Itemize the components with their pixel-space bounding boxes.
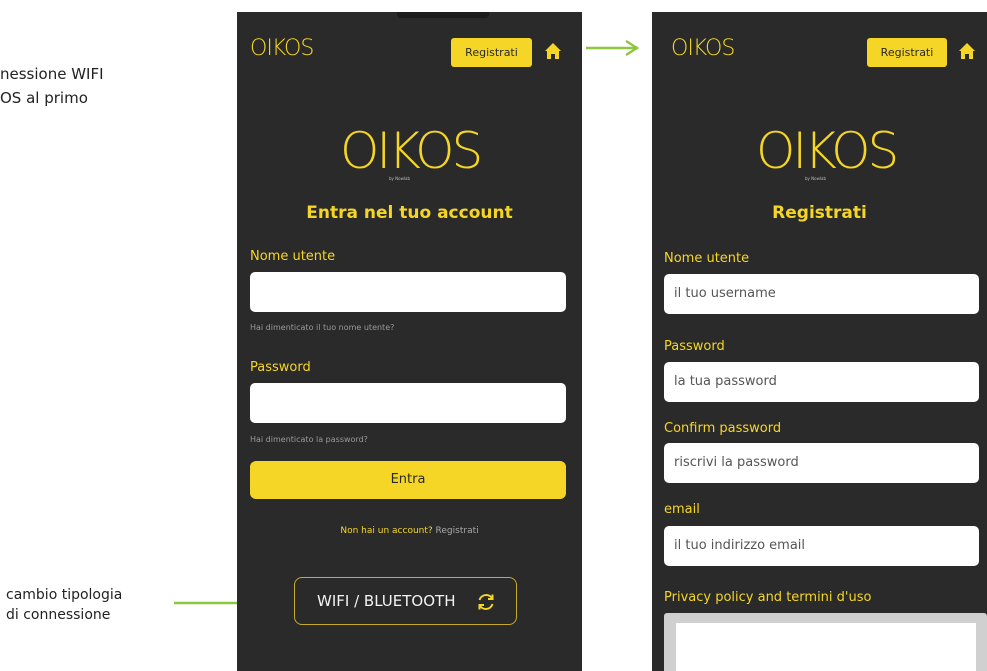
confirm-password-placeholder: riscrivi la password bbox=[674, 455, 799, 470]
login-screen: OIKOS Registrati OIKOS by Nowlab Entra n… bbox=[237, 12, 582, 671]
main-logo: OIKOS bbox=[340, 122, 483, 180]
privacy-policy-content[interactable] bbox=[676, 623, 976, 671]
header-logo: OIKOS bbox=[671, 36, 735, 61]
password-field[interactable] bbox=[250, 383, 566, 423]
logo-byline: by Nowlab bbox=[805, 176, 826, 181]
email-label: email bbox=[664, 502, 700, 517]
connection-type-button[interactable]: WIFI / BLUETOOTH bbox=[294, 577, 517, 625]
password-label: Password bbox=[250, 360, 311, 375]
signup-prompt: Non hai un account? Registrati bbox=[237, 526, 582, 536]
register-link[interactable]: Registrati bbox=[436, 526, 479, 536]
logo-byline: by Nowlab bbox=[389, 176, 410, 181]
connection-type-label: WIFI / BLUETOOTH bbox=[317, 592, 456, 610]
password-field[interactable]: la tua password bbox=[664, 362, 979, 402]
username-label: Nome utente bbox=[250, 249, 336, 264]
home-icon[interactable] bbox=[958, 42, 976, 60]
main-logo: OIKOS bbox=[756, 122, 899, 180]
password-label: Password bbox=[664, 339, 725, 354]
forgot-username-link[interactable]: Hai dimenticato il tuo nome utente? bbox=[250, 323, 394, 332]
caption-line-1: cambio tipologia bbox=[6, 587, 123, 603]
phone-notch bbox=[397, 12, 489, 18]
doc-text-line-2: OS al primo bbox=[0, 89, 88, 107]
username-field[interactable]: il tuo username bbox=[664, 274, 979, 314]
page-title: Registrati bbox=[772, 203, 867, 223]
register-screen: OIKOS Registrati OIKOS by Nowlab Registr… bbox=[652, 12, 987, 671]
confirm-password-label: Confirm password bbox=[664, 421, 782, 436]
email-placeholder: il tuo indirizzo email bbox=[674, 538, 806, 553]
username-placeholder: il tuo username bbox=[674, 286, 776, 301]
doc-text-line-1: nessione WIFI bbox=[0, 65, 104, 83]
no-account-text: Non hai un account? bbox=[340, 526, 433, 536]
privacy-label: Privacy policy and termini d'uso bbox=[664, 590, 872, 605]
refresh-icon bbox=[478, 594, 494, 610]
screen-transition-arrow bbox=[586, 39, 640, 57]
page-title: Entra nel tuo account bbox=[306, 203, 513, 223]
forgot-password-link[interactable]: Hai dimenticato la password? bbox=[250, 435, 368, 444]
header-logo: OIKOS bbox=[250, 36, 314, 61]
confirm-password-field[interactable]: riscrivi la password bbox=[664, 443, 979, 483]
password-placeholder: la tua password bbox=[674, 374, 777, 389]
email-field[interactable]: il tuo indirizzo email bbox=[664, 526, 979, 566]
username-label: Nome utente bbox=[664, 251, 750, 266]
login-submit-button[interactable]: Entra bbox=[250, 461, 566, 499]
username-field[interactable] bbox=[250, 272, 566, 312]
header-register-button[interactable]: Registrati bbox=[867, 38, 947, 67]
privacy-policy-box[interactable] bbox=[664, 613, 987, 671]
header-register-button[interactable]: Registrati bbox=[451, 38, 532, 67]
home-icon[interactable] bbox=[544, 42, 562, 60]
caption-line-2: di connessione bbox=[6, 607, 111, 623]
